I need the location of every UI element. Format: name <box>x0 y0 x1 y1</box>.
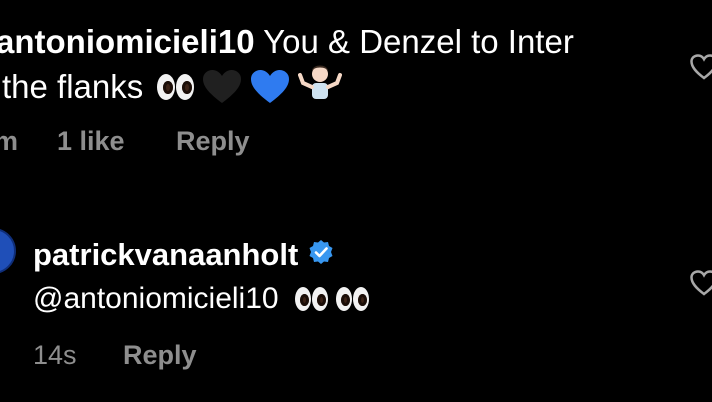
comment-1-text-line2: the flanks <box>2 67 144 105</box>
comment-2-body: @antoniomicieli10 <box>33 280 369 318</box>
comment-2-time: 14s <box>33 340 77 370</box>
verified-badge-icon <box>308 236 334 274</box>
comment-1-likes[interactable]: 1 like <box>57 126 125 157</box>
comment-1-reply-button[interactable]: Reply <box>176 126 250 157</box>
comment-2-reply-button[interactable]: Reply <box>123 340 197 371</box>
black-heart-emoji <box>202 69 242 105</box>
eyes-emoji <box>157 73 195 100</box>
eyes-emoji <box>294 287 328 311</box>
comment-2-header: patrickvanaanholt <box>33 236 334 274</box>
eyes-emoji <box>335 287 369 311</box>
avatar[interactable] <box>0 228 16 274</box>
comment-1-text-line1: You & Denzel to Inter <box>263 23 574 60</box>
comment-2-username[interactable]: patrickvanaanholt <box>33 236 298 274</box>
comment-1-first-line: antoniomicieli10 You & Denzel to Inter <box>0 22 574 62</box>
comment-1-emojis <box>157 63 343 110</box>
like-heart-icon[interactable] <box>690 54 712 85</box>
comment-2-emojis <box>294 287 369 311</box>
blue-heart-emoji <box>250 69 290 105</box>
man-shrugging-emoji <box>298 63 343 110</box>
like-heart-icon[interactable] <box>690 270 712 301</box>
comment-1-username[interactable]: antoniomicieli10 <box>0 23 255 60</box>
comment-1-second-line: the flanks <box>2 63 343 110</box>
comment-2-mention-link[interactable]: @antoniomicieli10 <box>33 280 279 318</box>
comment-1-time: m <box>0 126 19 156</box>
